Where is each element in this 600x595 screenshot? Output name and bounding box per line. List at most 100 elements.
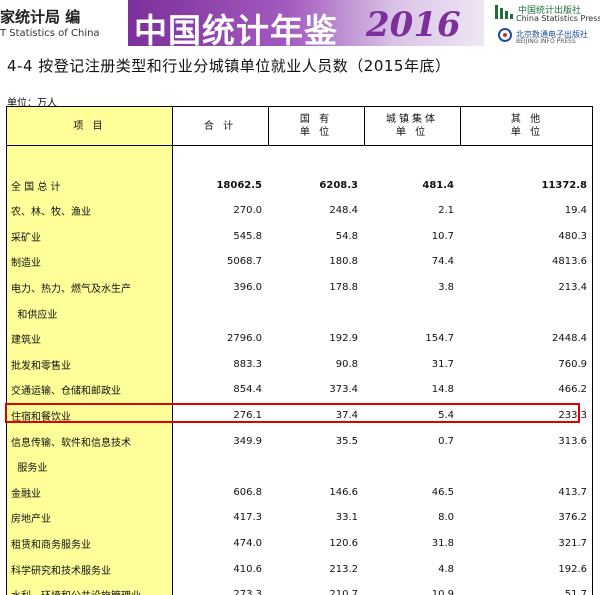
table-row: 科学研究和技术服务业 410.6 213.2 4.8 192.6	[7, 556, 592, 582]
cell-other: 313.6	[558, 435, 587, 447]
cell-state: 146.6	[329, 486, 358, 498]
table-row: 全 国 总 计 18062.5 6208.3 481.4 11372.8	[7, 172, 592, 198]
row-label: 批发和零售业	[11, 360, 71, 372]
cell-other	[497, 300, 587, 326]
yearbook-title-banner: 中国统计年鉴 2016	[128, 0, 484, 50]
cell-collective	[364, 300, 454, 326]
table-row: 和供应业	[7, 300, 592, 326]
row-label: 采矿业	[11, 232, 41, 244]
cell-other: 413.7	[558, 486, 587, 498]
cell-state	[268, 454, 358, 480]
cell-state: 120.6	[329, 537, 358, 549]
header-urban-collective: 城镇集体 单 位	[364, 107, 460, 145]
cell-state: 54.8	[335, 230, 358, 242]
cell-total: 396.0	[233, 281, 262, 293]
table-header: 项 目 合 计 国 有 单 位 城镇集体 单 位 其 他 单 位	[7, 107, 592, 146]
press-name-en: China Statistics Press	[516, 14, 600, 23]
cell-state: 192.9	[329, 333, 358, 345]
row-label: 农、林、牧、渔业	[11, 207, 91, 219]
header-other: 其 他 单 位	[460, 107, 592, 145]
table-row: 信息传输、软件和信息技术 349.9 35.5 0.7 313.6	[7, 428, 592, 454]
china-statistics-press-logo-icon	[494, 4, 514, 20]
cell-state: 6208.3	[319, 179, 358, 191]
cell-other: 760.9	[558, 358, 587, 370]
header-item: 项 目	[73, 120, 106, 132]
table-row: 建筑业 2796.0 192.9 154.7 2448.4	[7, 326, 592, 352]
beijing-press-name-en: BEIJING INFO PRESS	[516, 38, 576, 45]
cell-collective: 74.4	[431, 256, 454, 268]
row-label: 交通运输、仓储和邮政业	[11, 386, 121, 398]
column-divider	[268, 107, 269, 145]
beijing-info-press-logo-icon	[498, 28, 512, 42]
header-collective-line2: 单 位	[395, 127, 429, 138]
cell-state: 35.5	[335, 435, 358, 447]
header-state-owned: 国 有 单 位	[268, 107, 364, 145]
cell-other: 480.3	[558, 230, 587, 242]
header-total: 合 计	[203, 120, 237, 132]
publisher-name-en: T Statistics of China	[0, 28, 100, 39]
header-state-line2: 单 位	[299, 127, 333, 138]
cell-collective: 2.1	[438, 205, 454, 217]
row-label: 全 国 总 计	[11, 181, 61, 193]
cell-collective: 8.0	[438, 512, 454, 524]
table-row: 采矿业 545.8 54.8 10.7 480.3	[7, 223, 592, 249]
row-label: 制造业	[11, 258, 41, 270]
cell-collective: 46.5	[431, 486, 454, 498]
row-label: 金融业	[11, 488, 41, 500]
table-row: 交通运输、仓储和邮政业 854.4 373.4 14.8 466.2	[7, 377, 592, 403]
cell-total: 883.3	[233, 358, 262, 370]
cell-state: 210.7	[329, 589, 358, 595]
cell-state: 178.8	[329, 281, 358, 293]
table-row: 农、林、牧、渔业 270.0 248.4 2.1 19.4	[7, 198, 592, 224]
cell-other: 4813.6	[552, 256, 587, 268]
column-divider	[460, 107, 461, 145]
cell-other: 466.2	[558, 384, 587, 396]
cell-total: 545.8	[233, 230, 262, 242]
cell-collective: 14.8	[431, 384, 454, 396]
cell-collective	[364, 454, 454, 480]
cell-collective: 10.9	[431, 589, 454, 595]
table-row: 金融业 606.8 146.6 46.5 413.7	[7, 479, 592, 505]
employment-table: 项 目 合 计 国 有 单 位 城镇集体 单 位 其 他 单 位 全 国 总 计…	[6, 106, 593, 595]
cell-total: 5068.7	[227, 256, 262, 268]
banner: 家统计局 编 T Statistics of China 中国统计年鉴 2016…	[0, 0, 600, 50]
cell-other: 11372.8	[541, 179, 587, 191]
table-row: 水利、环境和公共设施管理业 273.3 210.7 10.9 51.7	[7, 582, 592, 595]
table-title: 4-4 按登记注册类型和行业分城镇单位就业人员数（2015年底）	[7, 57, 451, 75]
cell-other: 192.6	[558, 563, 587, 575]
cell-state: 33.1	[335, 512, 358, 524]
table-row: 租赁和商务服务业 474.0 120.6 31.8 321.7	[7, 530, 592, 556]
cell-total: 410.6	[233, 563, 262, 575]
cell-other: 19.4	[564, 205, 587, 217]
yearbook-year: 2016	[366, 5, 461, 45]
cell-collective: 31.8	[431, 537, 454, 549]
cell-state	[268, 300, 358, 326]
cell-other: 51.7	[564, 589, 587, 595]
row-label: 水利、环境和公共设施管理业	[11, 582, 141, 595]
cell-state: 213.2	[329, 563, 358, 575]
cell-total: 606.8	[233, 486, 262, 498]
cell-collective: 10.7	[431, 230, 454, 242]
cell-collective: 154.7	[425, 333, 454, 345]
cell-state: 373.4	[329, 384, 358, 396]
cell-other: 213.4	[558, 281, 587, 293]
row-label: 租赁和商务服务业	[11, 539, 91, 551]
cell-collective: 4.8	[438, 563, 454, 575]
column-divider	[364, 107, 365, 145]
publisher-block: 家统计局 编 T Statistics of China	[0, 4, 128, 44]
yearbook-title: 中国统计年鉴	[134, 11, 338, 50]
row-label: 电力、热力、燃气及水生产	[11, 283, 131, 295]
row-label: 和供应业	[11, 309, 58, 321]
highlighted-row-box	[5, 403, 580, 423]
header-other-line2: 单 位	[510, 127, 544, 138]
cell-collective: 481.4	[422, 179, 454, 191]
cell-state: 90.8	[335, 358, 358, 370]
table-row: 房地产业 417.3 33.1 8.0 376.2	[7, 505, 592, 531]
cell-collective: 3.8	[438, 281, 454, 293]
table-row: 制造业 5068.7 180.8 74.4 4813.6	[7, 249, 592, 275]
cell-collective: 31.7	[431, 358, 454, 370]
header-divider	[7, 145, 592, 146]
cell-total	[172, 300, 262, 326]
cell-other	[497, 454, 587, 480]
cell-total: 273.3	[233, 589, 262, 595]
